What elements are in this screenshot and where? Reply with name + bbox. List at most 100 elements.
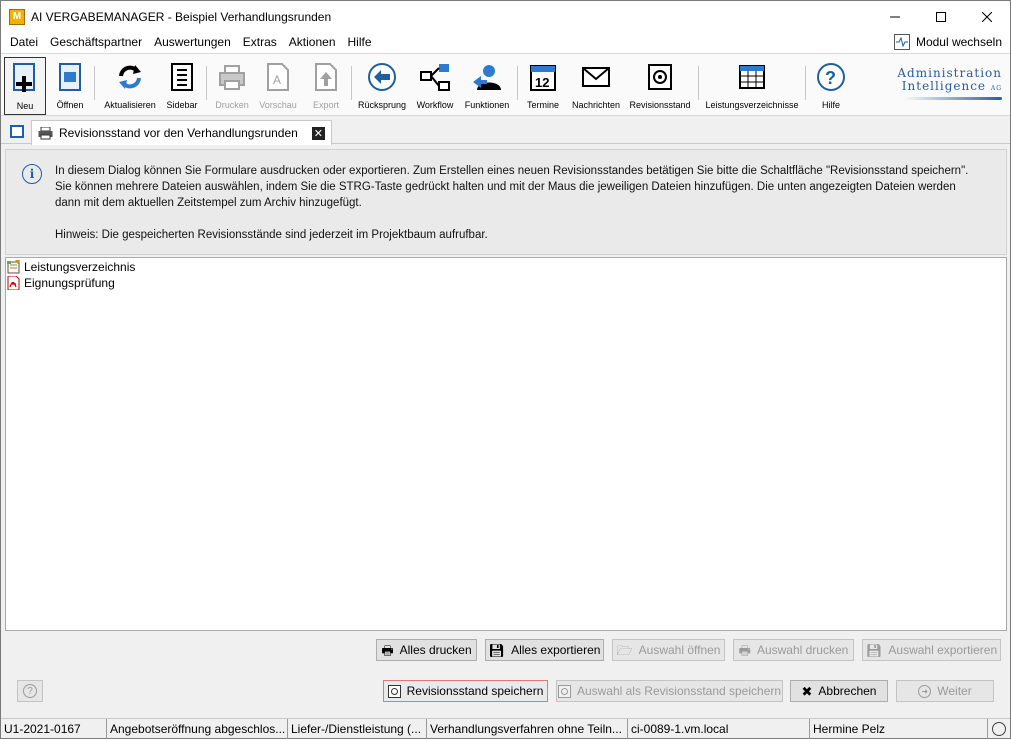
app-window: M AI VERGABEMANAGER - Beispiel Verhandlu… (0, 0, 1011, 739)
abbrechen-button[interactable]: ✖ Abbrechen (790, 680, 888, 702)
alles-exportieren-button[interactable]: 💾︎ Alles exportieren (485, 639, 604, 661)
open-document-icon (54, 61, 86, 93)
status-user: Hermine Pelz (810, 719, 988, 739)
export-icon (310, 61, 342, 93)
export-button[interactable]: Export (307, 57, 345, 115)
toolbar-separator (94, 66, 95, 100)
drucken-button[interactable]: Drucken (213, 57, 251, 115)
revisionsstand-speichern-label: Revisionsstand speichern (406, 684, 544, 698)
nachrichten-label: Nachrichten (571, 100, 621, 110)
save-disk-icon: 💾︎ (865, 642, 883, 658)
menu-aktionen[interactable]: Aktionen (283, 32, 342, 53)
aktualisieren-button[interactable]: Aktualisieren (102, 57, 158, 115)
weiter-label: Weiter (937, 684, 972, 698)
funktionen-label: Funktionen (464, 100, 510, 110)
printer-icon (38, 126, 53, 139)
close-window-button[interactable] (964, 1, 1010, 32)
maximize-button[interactable] (918, 1, 964, 32)
revisionsstand-button[interactable]: Revisionsstand (629, 57, 691, 115)
svg-text:?: ? (825, 68, 836, 88)
printer-icon (216, 61, 248, 93)
app-logo-icon: M (9, 8, 25, 25)
auswahl-als-revisionsstand-button[interactable]: Auswahl als Revisionsstand speichern (556, 680, 783, 702)
list-item[interactable]: Eignungsprüfung (7, 275, 115, 291)
toolbar-separator (517, 66, 518, 100)
printer-icon: 🖶 (381, 642, 394, 658)
workflow-icon (419, 61, 451, 93)
notepad-icon (7, 260, 20, 274)
export-label: Export (312, 100, 339, 110)
company-logo: Administration Intelligence AG (884, 67, 1002, 100)
pulse-icon (893, 34, 910, 50)
preview-icon: A (262, 61, 294, 93)
help-icon: ? (23, 684, 37, 698)
ruecksprung-label: Rücksprung (357, 100, 407, 110)
close-icon (982, 11, 992, 22)
alles-drucken-button[interactable]: 🖶 Alles drucken (376, 639, 477, 661)
tab-label: Revisionsstand vor den Verhandlungsrunde… (59, 126, 298, 140)
toolbar-separator (206, 66, 207, 100)
logo-swoosh (904, 97, 1002, 100)
menu-auswertungen[interactable]: Auswertungen (148, 32, 237, 53)
workflow-button[interactable]: Workflow (413, 57, 457, 115)
printer-icon: 🖶 (738, 642, 751, 658)
menu-geschaeftspartner[interactable]: Geschäftspartner (44, 32, 148, 53)
leistungsverzeichnisse-label: Leistungsverzeichnisse (705, 100, 799, 110)
minimize-button[interactable] (872, 1, 918, 32)
folder-open-icon: 🗁 (616, 642, 633, 658)
menu-extras[interactable]: Extras (237, 32, 283, 53)
termine-button[interactable]: 12 Termine (523, 57, 563, 115)
aktualisieren-label: Aktualisieren (104, 100, 156, 110)
auswahl-oeffnen-label: Auswahl öffnen (638, 643, 721, 657)
file-name: Leistungsverzeichnis (24, 260, 136, 274)
new-document-icon (9, 62, 41, 94)
auswahl-drucken-label: Auswahl drucken (756, 643, 849, 657)
menu-bar: Datei Geschäftspartner Auswertungen Extr… (1, 32, 1010, 53)
info-line-2: Sie können mehrere Dateien auswählen, in… (55, 181, 956, 193)
minimize-icon (890, 16, 900, 17)
safe-icon (387, 684, 401, 698)
title-bar: M AI VERGABEMANAGER - Beispiel Verhandlu… (1, 1, 1010, 32)
oeffnen-button[interactable]: Öffnen (52, 57, 88, 115)
save-disk-icon: 💾︎ (488, 642, 506, 658)
close-tab-icon[interactable]: ✕ (311, 126, 325, 140)
calendar-icon: 12 (527, 61, 559, 93)
toolbar: Neu Öffnen Aktualisieren Sidebar Drucken… (1, 53, 1010, 116)
menu-hilfe[interactable]: Hilfe (342, 32, 378, 53)
funktionen-button[interactable]: Funktionen (463, 57, 511, 115)
toolbar-separator (805, 66, 806, 100)
auswahl-oeffnen-button[interactable]: 🗁 Auswahl öffnen (612, 639, 725, 661)
maximize-icon (936, 11, 946, 22)
hilfe-button[interactable]: ? Hilfe (812, 57, 850, 115)
svg-text:A: A (273, 73, 281, 87)
weiter-button[interactable]: ➜ Weiter (896, 680, 994, 702)
auswahl-exportieren-button[interactable]: 💾︎ Auswahl exportieren (862, 639, 1001, 661)
forward-icon: ➜ (918, 684, 932, 698)
alles-exportieren-label: Alles exportieren (511, 643, 601, 657)
user-functions-icon (471, 61, 503, 93)
edit-window-icon[interactable] (10, 125, 24, 138)
vorschau-button[interactable]: A Vorschau (257, 57, 299, 115)
ruecksprung-button[interactable]: Rücksprung (357, 57, 407, 115)
nachrichten-button[interactable]: Nachrichten (569, 57, 623, 115)
vorschau-label: Vorschau (259, 100, 297, 110)
leistungsverzeichnisse-button[interactable]: Leistungsverzeichnisse (705, 57, 799, 115)
abbrechen-label: Abbrechen (818, 684, 877, 698)
sidebar-button[interactable]: Sidebar (164, 57, 200, 115)
tab-revisionsstand[interactable]: Revisionsstand vor den Verhandlungsrunde… (31, 120, 332, 145)
auswahl-drucken-button[interactable]: 🖶 Auswahl drucken (733, 639, 854, 661)
info-panel: i In diesem Dialog können Sie Formulare … (5, 149, 1007, 255)
list-item[interactable]: Leistungsverzeichnis (7, 259, 135, 275)
neu-button[interactable]: Neu (4, 57, 46, 115)
modul-wechseln-button[interactable]: Modul wechseln (893, 34, 1002, 50)
alles-drucken-label: Alles drucken (399, 643, 472, 657)
help-button[interactable]: ? (17, 680, 43, 702)
pdf-icon (7, 276, 20, 290)
workflow-label: Workflow (416, 100, 454, 110)
logo-line-2: Intelligence (901, 79, 987, 93)
revisionsstand-speichern-button[interactable]: Revisionsstand speichern (383, 680, 548, 702)
menu-datei[interactable]: Datei (1, 32, 44, 53)
file-list[interactable]: Leistungsverzeichnis Eignungsprüfung (5, 257, 1007, 631)
table-grid-icon (736, 61, 768, 93)
info-hint: Hinweis: Die gespeicherten Revisionsstän… (55, 229, 488, 241)
